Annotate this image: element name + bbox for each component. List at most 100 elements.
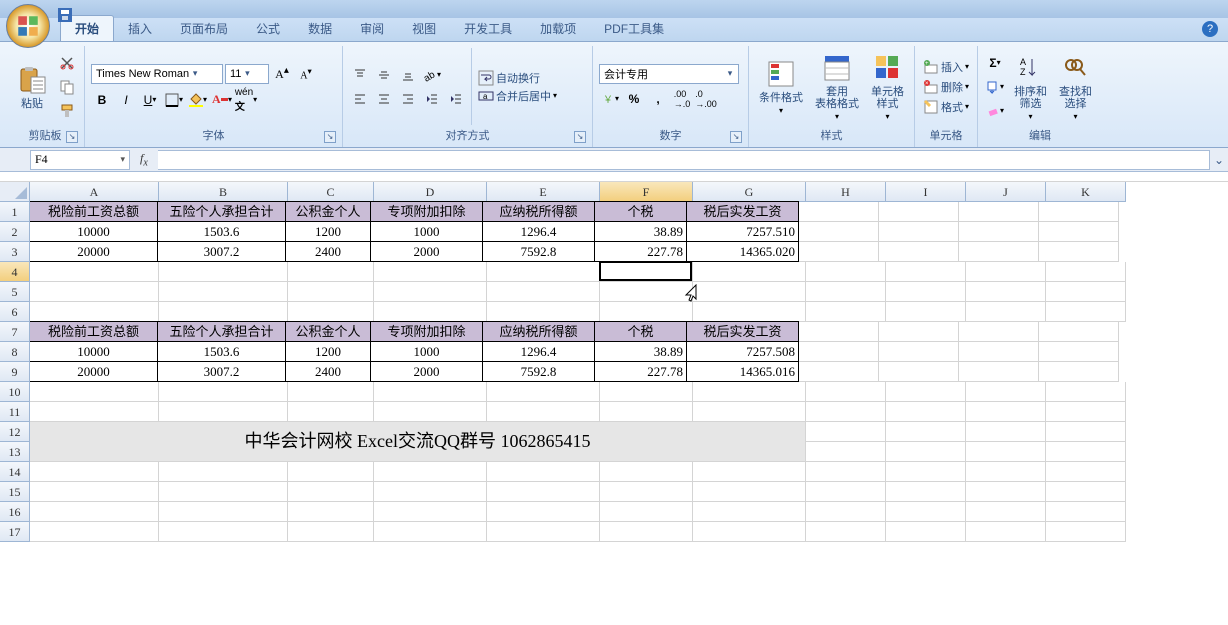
cell-G15[interactable] bbox=[693, 482, 806, 502]
cell-J5[interactable] bbox=[966, 282, 1046, 302]
wrap-text-button[interactable]: 自动换行 bbox=[478, 70, 557, 86]
cell-H3[interactable] bbox=[799, 242, 879, 262]
column-header-J[interactable]: J bbox=[966, 182, 1046, 202]
cell-G9[interactable]: 14365.016 bbox=[686, 361, 799, 382]
row-header-13[interactable]: 13 bbox=[0, 442, 30, 462]
cell-D4[interactable] bbox=[374, 262, 487, 282]
cell-G11[interactable] bbox=[693, 402, 806, 422]
cell-D15[interactable] bbox=[374, 482, 487, 502]
cell-K9[interactable] bbox=[1039, 362, 1119, 382]
tab-formulas[interactable]: 公式 bbox=[242, 16, 294, 41]
cell-J4[interactable] bbox=[966, 262, 1046, 282]
decrease-font-button[interactable]: A▾ bbox=[295, 63, 317, 85]
align-dialog-launcher[interactable]: ↘ bbox=[574, 131, 586, 143]
cell-E6[interactable] bbox=[487, 302, 600, 322]
cell-J15[interactable] bbox=[966, 482, 1046, 502]
increase-indent-button[interactable] bbox=[445, 88, 467, 110]
paste-button[interactable]: 粘贴 bbox=[12, 48, 52, 125]
cell-F16[interactable] bbox=[600, 502, 693, 522]
cell-K7[interactable] bbox=[1039, 322, 1119, 342]
name-box[interactable]: F4▾ bbox=[30, 150, 130, 170]
cell-K3[interactable] bbox=[1039, 242, 1119, 262]
cell-D8[interactable]: 1000 bbox=[370, 341, 483, 362]
cell-E7[interactable]: 应纳税所得额 bbox=[482, 321, 595, 342]
cell-D7[interactable]: 专项附加扣除 bbox=[370, 321, 483, 342]
cell-K13[interactable] bbox=[1046, 442, 1126, 462]
cell-C11[interactable] bbox=[288, 402, 374, 422]
cell-G8[interactable]: 7257.508 bbox=[686, 341, 799, 362]
tab-addins[interactable]: 加载项 bbox=[526, 16, 590, 41]
underline-button[interactable]: U▾ bbox=[139, 89, 161, 111]
cell-B14[interactable] bbox=[159, 462, 288, 482]
cell-D2[interactable]: 1000 bbox=[370, 221, 483, 242]
cell-K5[interactable] bbox=[1046, 282, 1126, 302]
cell-B2[interactable]: 1503.6 bbox=[157, 221, 286, 242]
tab-insert[interactable]: 插入 bbox=[114, 16, 166, 41]
cell-J17[interactable] bbox=[966, 522, 1046, 542]
cell-K10[interactable] bbox=[1046, 382, 1126, 402]
cell-C9[interactable]: 2400 bbox=[285, 361, 371, 382]
tab-review[interactable]: 审阅 bbox=[346, 16, 398, 41]
column-header-G[interactable]: G bbox=[693, 182, 806, 202]
cell-A2[interactable]: 10000 bbox=[30, 221, 158, 242]
increase-font-button[interactable]: A▴ bbox=[271, 63, 293, 85]
decrease-indent-button[interactable] bbox=[421, 88, 443, 110]
row-header-8[interactable]: 8 bbox=[0, 342, 30, 362]
cell-J8[interactable] bbox=[959, 342, 1039, 362]
cell-F17[interactable] bbox=[600, 522, 693, 542]
cell-C8[interactable]: 1200 bbox=[285, 341, 371, 362]
cell-F7[interactable]: 个税 bbox=[594, 321, 687, 342]
cell-J12[interactable] bbox=[966, 422, 1046, 442]
cell-styles-button[interactable]: 单元格 样式▾ bbox=[867, 48, 908, 125]
cell-G6[interactable] bbox=[693, 302, 806, 322]
cell-B4[interactable] bbox=[159, 262, 288, 282]
cell-J2[interactable] bbox=[959, 222, 1039, 242]
copy-button[interactable] bbox=[56, 76, 78, 98]
decrease-decimal-button[interactable]: .0→.00 bbox=[695, 88, 717, 110]
cell-D10[interactable] bbox=[374, 382, 487, 402]
cell-G2[interactable]: 7257.510 bbox=[686, 221, 799, 242]
cell-B11[interactable] bbox=[159, 402, 288, 422]
cell-E4[interactable] bbox=[487, 262, 600, 282]
cell-C14[interactable] bbox=[288, 462, 374, 482]
cell-D3[interactable]: 2000 bbox=[370, 241, 483, 262]
cell-G7[interactable]: 税后实发工资 bbox=[686, 321, 799, 342]
column-header-K[interactable]: K bbox=[1046, 182, 1126, 202]
select-all-corner[interactable] bbox=[0, 182, 30, 202]
accounting-format-button[interactable]: ￥▾ bbox=[599, 88, 621, 110]
cell-I7[interactable] bbox=[879, 322, 959, 342]
tab-developer[interactable]: 开发工具 bbox=[450, 16, 526, 41]
cell-C3[interactable]: 2400 bbox=[285, 241, 371, 262]
cell-B8[interactable]: 1503.6 bbox=[157, 341, 286, 362]
row-header-4[interactable]: 4 bbox=[0, 262, 30, 282]
cell-B6[interactable] bbox=[159, 302, 288, 322]
cell-I13[interactable] bbox=[886, 442, 966, 462]
cell-J16[interactable] bbox=[966, 502, 1046, 522]
increase-decimal-button[interactable]: .00→.0 bbox=[671, 88, 693, 110]
cell-H6[interactable] bbox=[806, 302, 886, 322]
row-header-6[interactable]: 6 bbox=[0, 302, 30, 322]
cell-G17[interactable] bbox=[693, 522, 806, 542]
align-top-button[interactable] bbox=[349, 64, 371, 86]
cell-A4[interactable] bbox=[30, 262, 159, 282]
cell-C10[interactable] bbox=[288, 382, 374, 402]
cell-B16[interactable] bbox=[159, 502, 288, 522]
cell-G5[interactable] bbox=[693, 282, 806, 302]
column-header-I[interactable]: I bbox=[886, 182, 966, 202]
cell-B17[interactable] bbox=[159, 522, 288, 542]
comma-button[interactable]: , bbox=[647, 88, 669, 110]
font-size-combo[interactable]: 11▾ bbox=[225, 64, 269, 84]
cell-F14[interactable] bbox=[600, 462, 693, 482]
cell-H15[interactable] bbox=[806, 482, 886, 502]
cell-I8[interactable] bbox=[879, 342, 959, 362]
cell-B7[interactable]: 五险个人承担合计 bbox=[157, 321, 286, 342]
cell-E5[interactable] bbox=[487, 282, 600, 302]
cell-A10[interactable] bbox=[30, 382, 159, 402]
cell-C1[interactable]: 公积金个人 bbox=[285, 201, 371, 222]
column-header-F[interactable]: F bbox=[600, 182, 693, 202]
cell-E3[interactable]: 7592.8 bbox=[482, 241, 595, 262]
cell-J3[interactable] bbox=[959, 242, 1039, 262]
cell-I4[interactable] bbox=[886, 262, 966, 282]
cell-J11[interactable] bbox=[966, 402, 1046, 422]
cell-A6[interactable] bbox=[30, 302, 159, 322]
